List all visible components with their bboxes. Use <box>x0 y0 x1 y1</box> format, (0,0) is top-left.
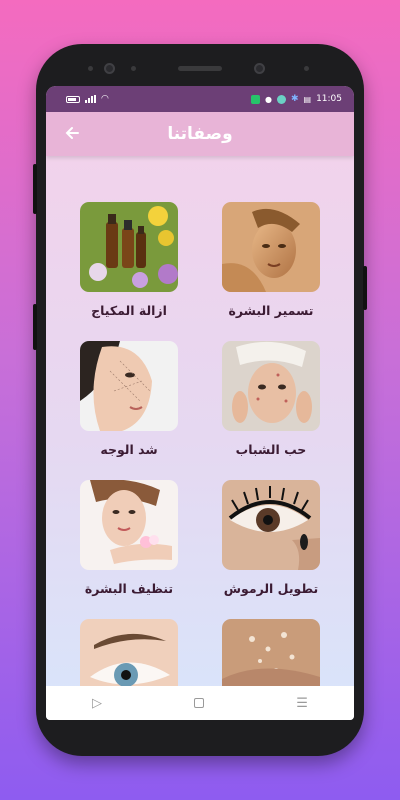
recipe-card-skin-cleansing[interactable]: تنظيف البشرة <box>80 480 178 596</box>
back-arrow-icon[interactable] <box>60 122 84 146</box>
recipe-label: شد الوجه <box>100 442 158 457</box>
sensor-dot <box>88 66 93 71</box>
face-lift-photo <box>80 341 178 431</box>
recipe-card-tanning[interactable]: تسمير البشرة <box>222 202 320 318</box>
message-icon <box>250 94 260 104</box>
settings-icon: ✱ <box>290 94 299 104</box>
recipe-label: تطويل الرموش <box>223 581 319 596</box>
recipe-label: ازالة المكياج <box>91 303 167 318</box>
app-icon <box>276 94 286 104</box>
eyelashes-photo <box>222 480 320 570</box>
screen: ◠ ● ✱ ▤ 11:05 وصفاتنا تسمير البشرة ازالة… <box>46 86 354 720</box>
notification-icon: ▤ <box>303 94 312 104</box>
side-button <box>33 304 37 350</box>
wifi-icon: ◠ <box>101 94 109 104</box>
status-time: 11:05 <box>316 94 342 104</box>
recipe-label: تنظيف البشرة <box>84 581 174 596</box>
recipe-card-face-lift[interactable]: شد الوجه <box>80 341 178 457</box>
battery-icon <box>66 95 80 103</box>
app-bar: وصفاتنا <box>46 112 354 156</box>
signal-icon <box>85 95 96 103</box>
recipes-grid: تسمير البشرة ازالة المكياج حب الشباب شد … <box>46 156 354 709</box>
power-button <box>363 266 367 310</box>
recipe-card-makeup-removal[interactable]: ازالة المكياج <box>80 202 178 318</box>
nav-home-button[interactable] <box>194 698 205 708</box>
recipe-label: تسمير البشرة <box>228 303 314 318</box>
status-right: ● ✱ ▤ 11:05 <box>250 94 342 104</box>
location-icon: ● <box>264 94 272 104</box>
status-left: ◠ <box>66 94 109 104</box>
front-camera-icon <box>104 63 115 74</box>
recipe-card-acne[interactable]: حب الشباب <box>222 341 320 457</box>
tanned-skin-photo <box>222 202 320 292</box>
sensor-dot <box>131 66 136 71</box>
recipe-card-eyelashes[interactable]: تطويل الرموش <box>222 480 320 596</box>
earpiece-speaker <box>178 66 222 71</box>
nav-back-button[interactable]: ▷ <box>92 696 102 711</box>
acne-face-photo <box>222 341 320 431</box>
status-bar: ◠ ● ✱ ▤ 11:05 <box>46 86 354 112</box>
recipe-label: حب الشباب <box>235 442 307 457</box>
volume-button <box>33 164 37 214</box>
skin-cleansing-photo <box>80 480 178 570</box>
sensor-dot <box>304 66 309 71</box>
nav-recents-button[interactable]: ☰ <box>296 696 308 711</box>
camera-icon <box>254 63 265 74</box>
page-title: وصفاتنا <box>167 124 233 144</box>
system-nav-bar: ▷ ☰ <box>46 686 354 720</box>
phone-frame: ◠ ● ✱ ▤ 11:05 وصفاتنا تسمير البشرة ازالة… <box>33 44 367 756</box>
essential-oils-photo <box>80 202 178 292</box>
